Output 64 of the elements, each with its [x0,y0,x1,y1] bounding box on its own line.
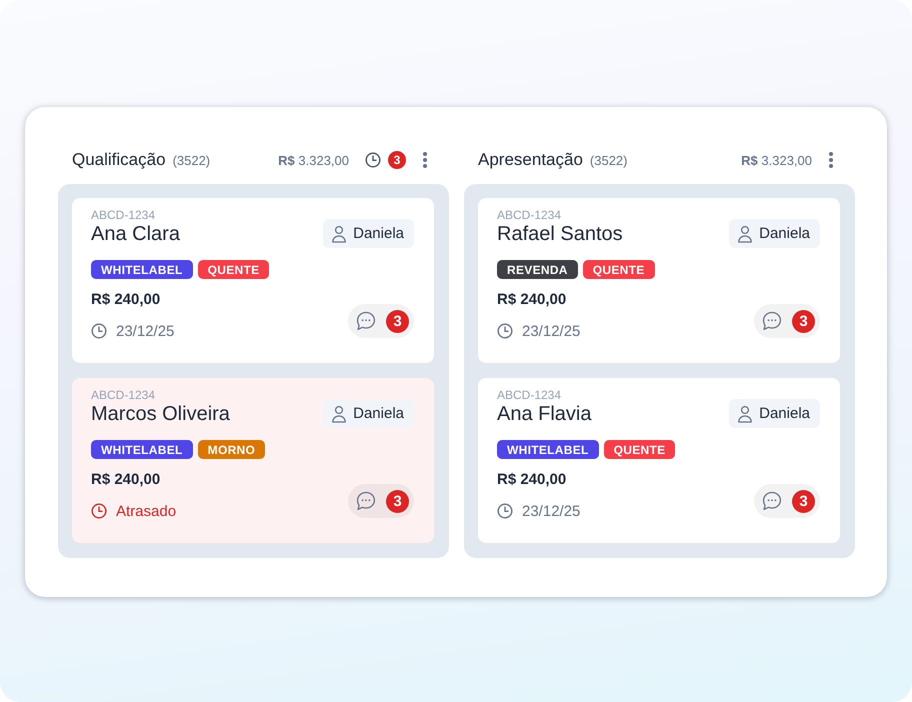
column-total: R$ 3.323,00 [741,152,812,168]
owner-chip[interactable]: Daniela [323,399,414,428]
comments-button[interactable]: 3 [754,304,820,338]
chat-bubble-icon [762,491,782,511]
column-count: (3522) [590,152,628,168]
contact-name: Rafael Santos [497,222,623,246]
contact-name: Ana Clara [91,222,180,246]
deal-code: ABCD-1234 [91,388,156,402]
chat-bubble-icon [356,311,376,331]
tag-label: WHITELABEL [91,440,193,459]
owner-chip[interactable]: Daniela [323,219,414,248]
clock-icon [497,323,513,339]
due-date: 23/12/25 [116,322,174,340]
deal-value: R$ 240,00 [497,470,566,490]
deal-value: R$ 240,00 [497,290,566,310]
deal-card[interactable]: ABCD-1234 Rafael Santos Daniela REVENDA QUENTE R$ 240,00 23/12/25 3 [478,198,840,363]
chat-bubble-icon [762,311,782,331]
comments-button[interactable]: 3 [754,484,820,518]
column-title: Qualificação [72,150,166,170]
comments-button[interactable]: 3 [348,484,414,518]
owner-chip[interactable]: Daniela [729,399,820,428]
column-menu-button[interactable] [422,151,428,169]
contact-name: Marcos Oliveira [91,402,230,426]
comment-count-badge: 3 [792,490,815,512]
deal-code: ABCD-1234 [497,208,562,222]
column-total: R$ 3.323,00 [278,152,349,168]
person-icon [331,224,348,242]
contact-name: Ana Flavia [497,402,592,426]
comment-count-badge: 3 [386,490,409,512]
column-title: Apresentação [478,150,583,170]
person-icon [331,404,348,422]
more-vertical-icon [828,151,834,169]
tag-label: WHITELABEL [497,440,599,459]
comment-count-badge: 3 [792,310,815,332]
tag-label: QUENTE [604,440,676,459]
column-count: (3522) [172,152,210,168]
deal-code: ABCD-1234 [497,388,562,402]
more-vertical-icon [422,151,428,169]
overdue-count-badge: 3 [388,151,406,169]
tag-label: QUENTE [582,260,655,279]
clock-icon [497,503,513,519]
tag-label: WHITELABEL [91,260,193,279]
due-date: 23/12/25 [522,322,580,340]
owner-chip[interactable]: Daniela [729,219,820,248]
deal-value: R$ 240,00 [91,290,160,310]
deal-card[interactable]: ABCD-1234 Marcos Oliveira Daniela WHITELABEL MORNO R$ 240,00 Atrasado 3 [72,378,434,543]
person-icon [737,404,754,422]
deal-card[interactable]: ABCD-1234 Ana Flavia Daniela WHITELABEL QUENTE R$ 240,00 23/12/25 3 [478,378,840,543]
chat-bubble-icon [356,491,376,511]
tag-label: QUENTE [198,260,270,279]
deal-value: R$ 240,00 [91,470,160,490]
comments-button[interactable]: 3 [348,304,414,338]
clock-icon [91,503,107,519]
deal-card[interactable]: ABCD-1234 Ana Clara Daniela WHITELABEL QUENTE R$ 240,00 23/12/25 3 [72,198,434,363]
overdue-label: Atrasado [116,502,176,520]
clock-icon [365,152,381,168]
clock-icon [91,323,107,339]
tag-label: REVENDA [497,260,578,279]
person-icon [737,224,754,242]
comment-count-badge: 3 [386,310,409,332]
column-menu-button[interactable] [828,151,834,169]
deal-code: ABCD-1234 [91,208,156,222]
tag-label: MORNO [198,440,266,459]
due-date: 23/12/25 [522,502,580,520]
